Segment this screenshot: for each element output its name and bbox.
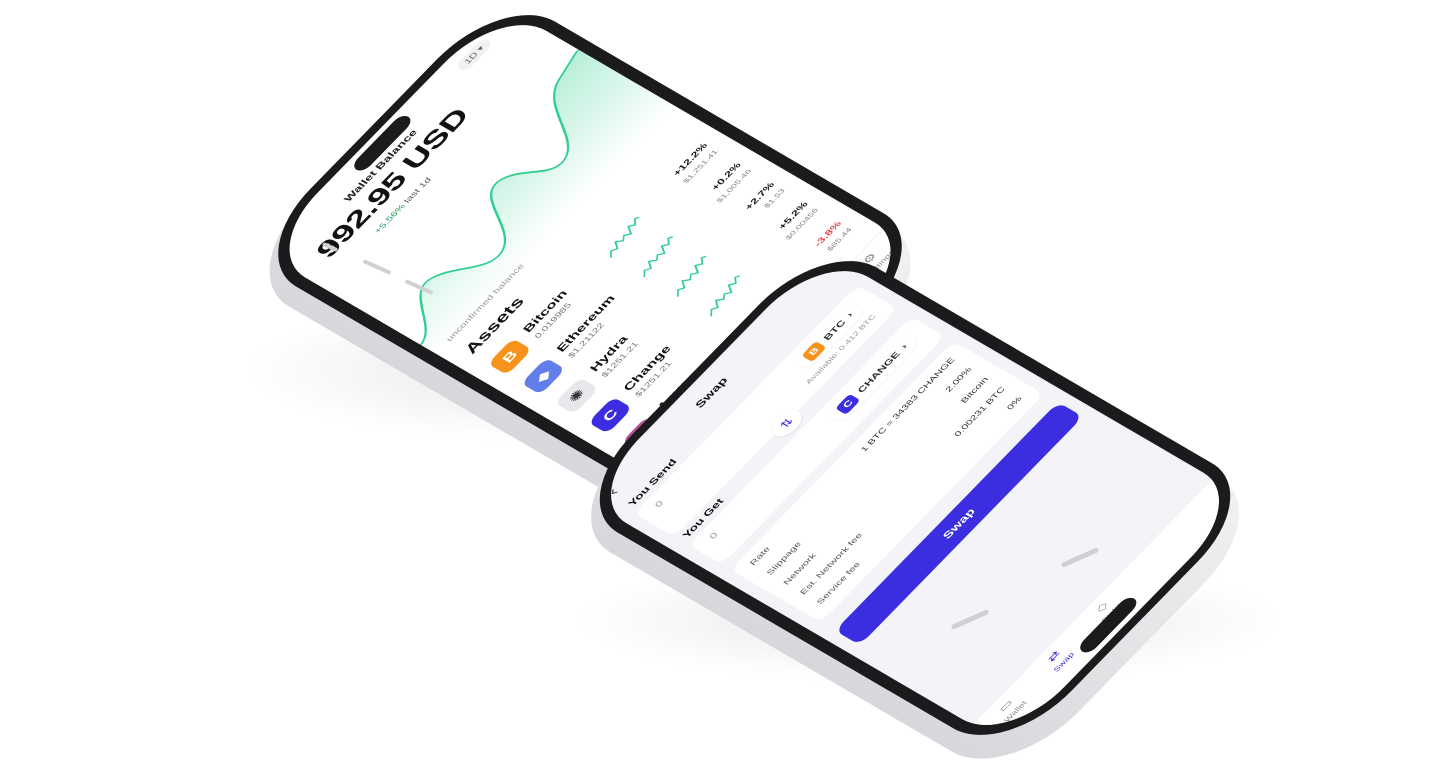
get-amount-input[interactable]: 0 (708, 531, 721, 541)
get-token-label: CHANGE (855, 350, 903, 395)
tab-swap[interactable]: ⇄Swap (1025, 629, 1091, 689)
swap-button-label: Swap (940, 506, 978, 541)
chevron-right-icon: › (899, 342, 910, 351)
period-selector[interactable]: 1D ▾ (454, 36, 495, 73)
chevron-right-icon: › (844, 310, 856, 319)
back-arrow-icon[interactable]: ‹ (605, 486, 622, 498)
page-title: Swap (692, 375, 731, 410)
send-amount-input[interactable]: 0 (653, 500, 666, 510)
swap-phone: ‹ Swap You Send 0 B BTC › Available: 0.4… (554, 237, 1276, 784)
change-icon: C (835, 393, 861, 415)
scene: 1D ▾ Wallet Balance 992.95 USD +5.56% la… (0, 0, 1432, 784)
bitcoin-icon: B (801, 340, 827, 363)
send-token-label: BTC (821, 318, 848, 342)
